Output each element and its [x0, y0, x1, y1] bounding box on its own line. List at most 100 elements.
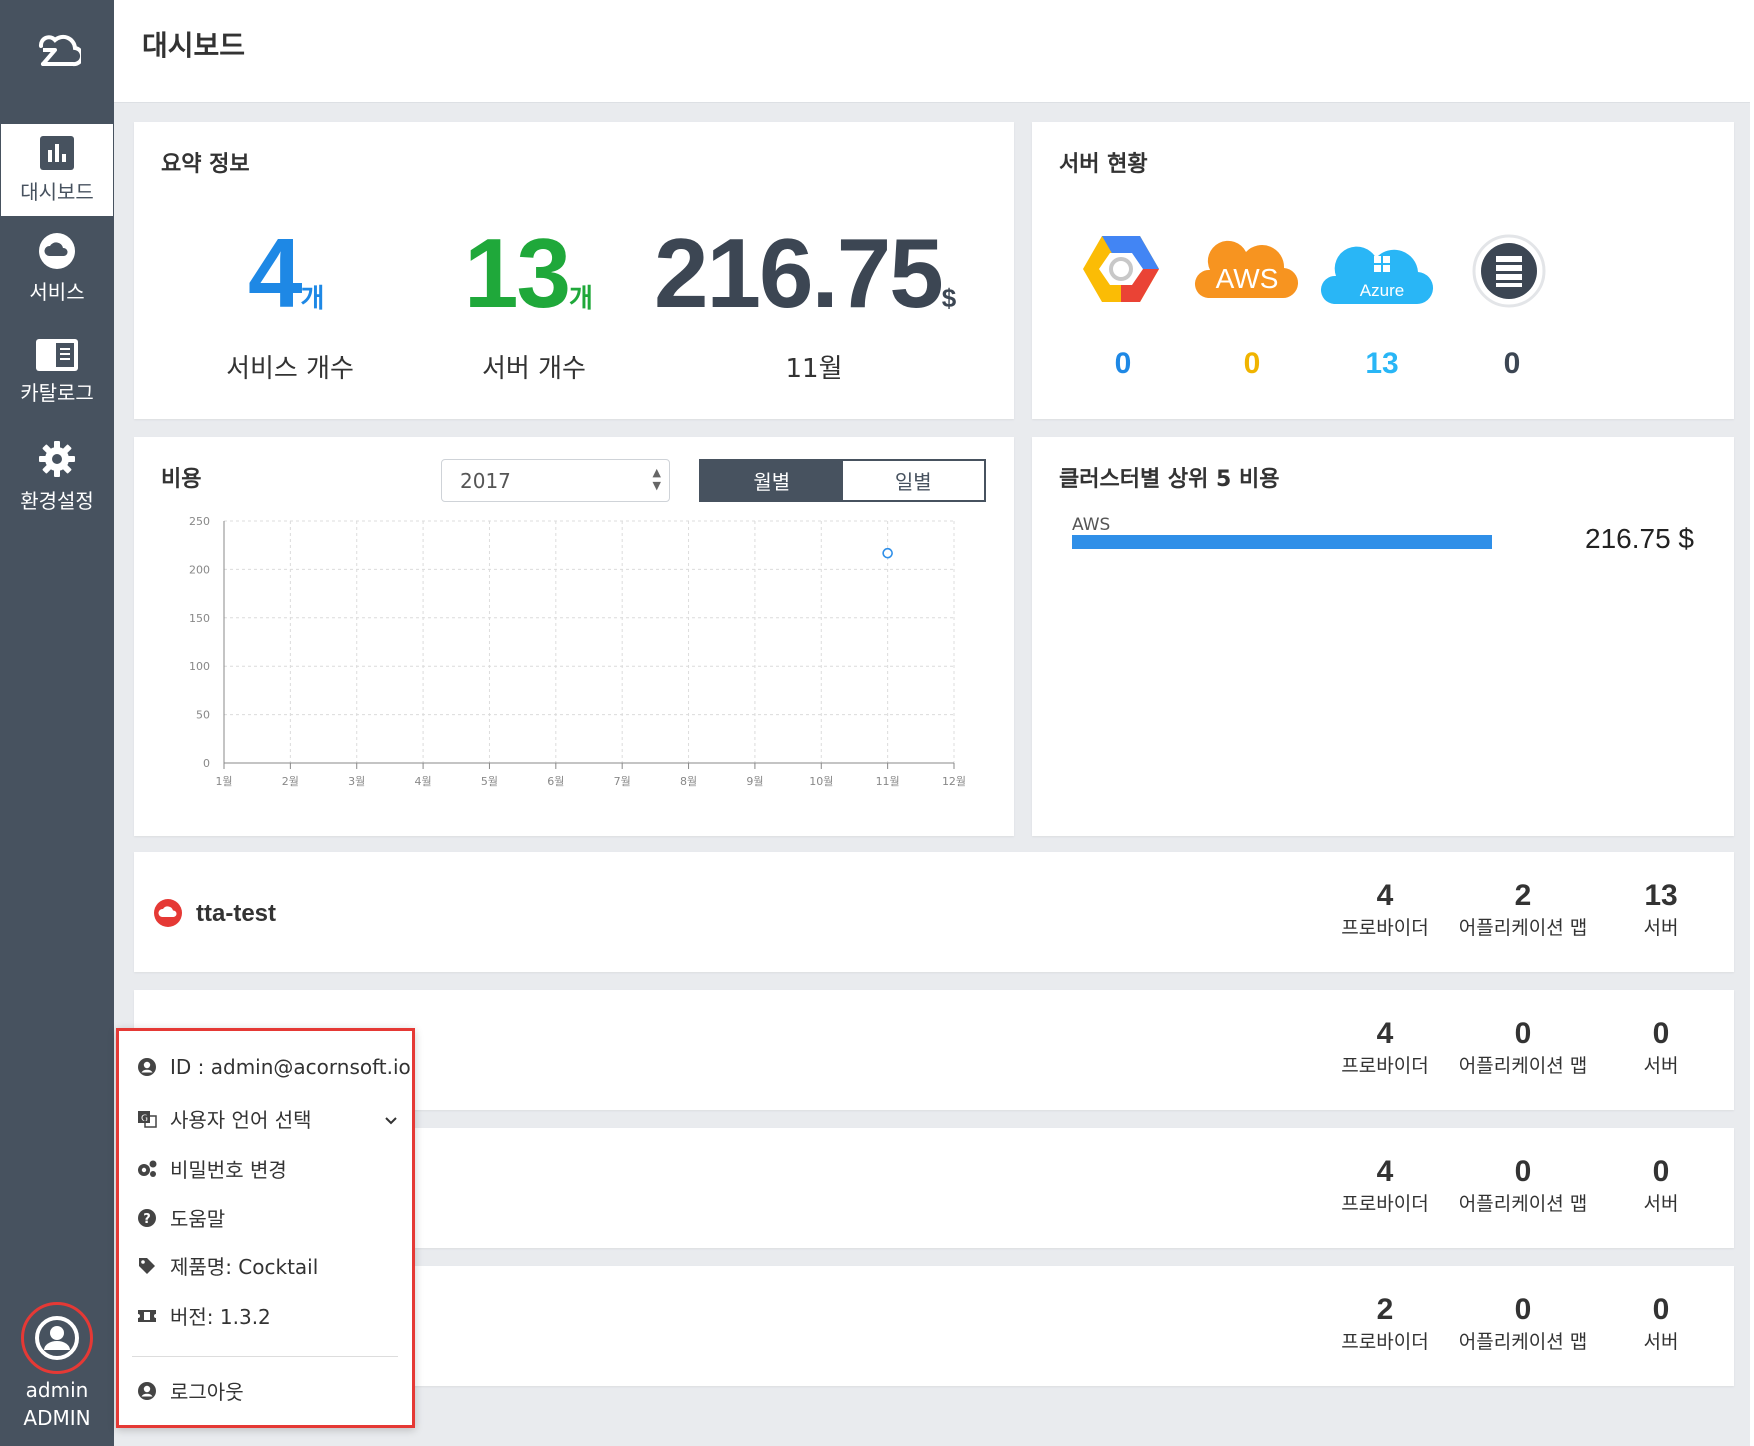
avatar[interactable] — [21, 1302, 93, 1374]
server-stat: 0 서버 — [1586, 1016, 1736, 1080]
change-password-label: 비밀번호 변경 — [170, 1158, 287, 1182]
app-logo[interactable] — [0, 0, 114, 103]
server-status-card: 서버 현황 AWS Azure 0 0 13 0 — [1032, 122, 1734, 419]
x-tick-label: 1월 — [215, 775, 232, 788]
sidebar-item-label: 카탈로그 — [20, 380, 94, 405]
logout-label: 로그아웃 — [170, 1380, 244, 1404]
cost-card: 비용 2017 ▲ ▼ 월별 일별 0 50 100 150 200 250 1월 2월 3월 4월… — [134, 437, 1014, 836]
server-label: 서버 — [1643, 1331, 1679, 1353]
user-name: admin — [25, 1378, 89, 1402]
help-item[interactable]: ? 도움말 — [136, 1203, 225, 1232]
x-tick-label: 3월 — [348, 775, 365, 788]
x-tick-label: 10월 — [809, 775, 833, 788]
x-tick-label: 9월 — [746, 775, 763, 788]
y-tick-label: 150 — [189, 612, 210, 625]
provider-label: 프로바이더 — [1341, 917, 1429, 939]
aws-icon: AWS — [1194, 240, 1299, 299]
server-count: 13 — [1644, 879, 1678, 912]
service-card[interactable]: tta-test 4 프로바이더 2 어플리케이션 맵 13 서버 — [134, 852, 1734, 972]
year-select-value: 2017 — [460, 469, 511, 493]
azure-icon: Azure — [1320, 246, 1434, 305]
product-name-label: 제품명: Cocktail — [170, 1255, 319, 1279]
server-label: 서버 — [1643, 917, 1679, 939]
monthly-cost: 216.75$ — [654, 218, 957, 328]
user-circle-icon — [35, 1316, 79, 1360]
svg-text:?: ? — [143, 1212, 151, 1227]
summary-title: 요약 정보 — [161, 152, 250, 177]
provider-count: 4 — [1376, 879, 1394, 912]
x-tick-label: 2월 — [282, 775, 299, 788]
change-password-item[interactable]: 비밀번호 변경 — [136, 1154, 287, 1183]
provider-stat: 4 프로바이더 — [1310, 878, 1460, 942]
google-cloud-icon — [1083, 236, 1159, 302]
logout-item[interactable]: 로그아웃 — [136, 1376, 244, 1405]
sidebar-item-dashboard[interactable]: 대시보드 — [1, 124, 113, 216]
page-title: 대시보드 — [142, 29, 246, 62]
product-name-item: 제품명: Cocktail — [136, 1251, 318, 1280]
bar-chart-icon — [40, 135, 74, 170]
provider-count: 2 — [1376, 1293, 1394, 1326]
cluster-name: AWS — [1072, 515, 1111, 535]
appmap-label: 어플리케이션 맵 — [1458, 1331, 1588, 1353]
service-name[interactable]: tta-test — [196, 900, 276, 928]
tab-daily[interactable]: 일별 — [842, 461, 984, 500]
appmap-stat: 0 어플리케이션 맵 — [1448, 1154, 1598, 1218]
appmap-label: 어플리케이션 맵 — [1458, 1055, 1588, 1077]
tag-icon — [136, 1255, 158, 1277]
ticket-icon — [136, 1305, 158, 1327]
help-label: 도움말 — [170, 1207, 226, 1231]
user-profile[interactable]: admin ADMIN — [0, 1296, 114, 1446]
appmap-count: 0 — [1514, 1155, 1532, 1188]
sidebar-item-services[interactable]: 서비스 — [0, 216, 114, 320]
sidebar-item-label: 대시보드 — [20, 179, 94, 204]
x-tick-label: 6월 — [547, 775, 564, 788]
appmap-stat: 0 어플리케이션 맵 — [1448, 1292, 1598, 1356]
sidebar-item-catalog[interactable]: 카탈로그 — [0, 320, 114, 424]
appmap-count: 2 — [1514, 879, 1532, 912]
appmap-count: 0 — [1514, 1017, 1532, 1050]
server-label: 서버 — [1643, 1055, 1679, 1077]
server-status-title: 서버 현황 — [1059, 152, 1148, 177]
gear-icon — [39, 440, 75, 477]
x-tick-label: 4월 — [415, 775, 432, 788]
sidebar: 대시보드 서비스 카탈로그 환경설정 admin ADMIN — [0, 0, 114, 1446]
appmap-stat: 0 어플리케이션 맵 — [1448, 1016, 1598, 1080]
sidebar-item-settings[interactable]: 환경설정 — [0, 424, 114, 528]
provider-count: 4 — [1376, 1017, 1394, 1050]
appmap-label: 어플리케이션 맵 — [1458, 917, 1588, 939]
sidebar-item-label: 환경설정 — [20, 488, 94, 513]
catalog-icon — [36, 338, 78, 371]
period-toggle: 월별 일별 — [699, 459, 986, 502]
y-tick-label: 100 — [189, 660, 210, 673]
page-header: 대시보드 — [114, 0, 1754, 103]
cluster-cost-bar — [1072, 535, 1492, 549]
user-circle-icon — [136, 1380, 158, 1402]
google-cloud-count: 0 — [1114, 347, 1132, 380]
provider-label: 프로바이더 — [1341, 1055, 1429, 1077]
version-item: 버전: 1.3.2 — [136, 1301, 271, 1330]
cost-title: 비용 — [161, 467, 202, 492]
server-count: 0 — [1652, 1155, 1670, 1188]
user-id-text: ID : admin@acornsoft.io — [170, 1055, 411, 1079]
cluster-cost-card: 클러스터별 상위 5 비용 AWS 216.75 $ — [1032, 437, 1734, 836]
tab-monthly[interactable]: 월별 — [701, 461, 843, 500]
server-count: 0 — [1652, 1293, 1670, 1326]
language-select-item[interactable]: G 사용자 언어 선택 — [136, 1104, 398, 1133]
server-count: 13개 — [464, 218, 593, 328]
data-point — [882, 547, 893, 559]
server-label: 서버 — [1643, 1193, 1679, 1215]
version-label: 버전: 1.3.2 — [170, 1305, 271, 1329]
service-count: 4개 — [248, 218, 325, 328]
question-circle-icon: ? — [136, 1207, 158, 1229]
user-circle-icon — [136, 1056, 158, 1078]
year-select[interactable]: 2017 ▲ ▼ — [441, 459, 670, 502]
on-premise-icon — [1472, 234, 1546, 308]
language-select-label: 사용자 언어 선택 — [170, 1108, 312, 1132]
server-stat: 0 서버 — [1586, 1154, 1736, 1218]
server-count: 0 — [1652, 1017, 1670, 1050]
provider-stat: 2 프로바이더 — [1310, 1292, 1460, 1356]
azure-count: 13 — [1365, 347, 1399, 380]
service-cloud-icon — [154, 899, 182, 927]
y-tick-label: 200 — [189, 563, 210, 576]
sidebar-item-label: 서비스 — [29, 279, 85, 304]
